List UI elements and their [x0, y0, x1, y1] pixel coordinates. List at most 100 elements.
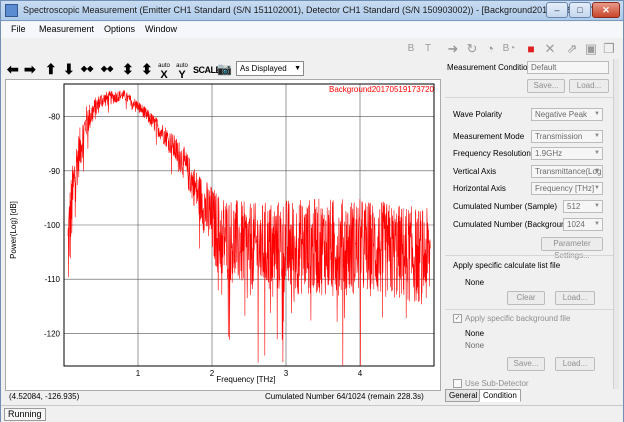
copy-icon[interactable]: ❐ [601, 41, 617, 57]
status-bar: Running [1, 405, 623, 422]
chevron-down-icon: ▼ [594, 133, 600, 139]
cumulated-sample-value: 512 [567, 202, 581, 211]
step-arrow-icon[interactable]: ➜ [445, 41, 461, 57]
background-file-value-2: None [465, 341, 485, 350]
frequency-resolution-value: 1.9GHz [535, 149, 563, 158]
chart-panel[interactable]: -120 -110 -100 -90 -80 4 3 2 1 Frequency [THz] P… [5, 79, 441, 391]
cumulated-sample-label: Cumulated Number (Sample) [453, 202, 558, 211]
display-mode-value: As Displayed [240, 64, 287, 73]
cumulated-sample-select[interactable]: 512 ▼ [563, 200, 603, 213]
b-clock-icon[interactable]: B◔ [501, 41, 517, 57]
y-axis-label: Power(Log) [dB] [9, 201, 18, 259]
measurement-mode-select[interactable]: Transmission ▼ [531, 130, 603, 143]
display-mode-select[interactable]: As Displayed ▼ [236, 61, 304, 76]
x-tick-label: 2 [210, 369, 215, 378]
measurement-mode-value: Transmission [535, 132, 583, 141]
series-name-label: Background20170519173720 [329, 85, 435, 94]
chart-svg[interactable]: -120 -110 -100 -90 -80 4 3 2 1 Frequency [THz] P… [6, 80, 440, 390]
close-button[interactable]: ✕ [592, 2, 620, 18]
panel-tabs: General Condition [445, 389, 619, 403]
parameter-settings-button[interactable]: Parameter Settings... [541, 237, 603, 260]
save-background-button[interactable]: Save... [507, 357, 545, 371]
horizontal-axis-select[interactable]: Frequency [THz] ▼ [531, 182, 603, 195]
minimize-button[interactable]: – [546, 2, 568, 18]
sub-detector-label: Use Sub-Detector [465, 379, 529, 388]
menu-file[interactable]: File [11, 24, 26, 34]
expand-horizontal-icon[interactable]: ◆◆ [101, 61, 113, 77]
vertical-axis-value: Transmittance(Log [535, 167, 602, 176]
maximize-button[interactable]: □ [569, 2, 591, 18]
series-line [67, 90, 431, 367]
chevron-down-icon: ▼ [594, 168, 600, 174]
arrow-left-icon[interactable]: ⬅ [7, 61, 19, 77]
chevron-down-icon: ▼ [594, 221, 600, 227]
chevron-down-icon: ▼ [594, 203, 600, 209]
wave-polarity-select[interactable]: Negative Peak ▼ [531, 108, 603, 121]
load-background-button[interactable]: Load... [555, 357, 595, 371]
compress-vertical-icon[interactable]: ⬍ [141, 61, 153, 77]
camera-icon[interactable]: 📷 [217, 61, 232, 77]
measurement-mode-label: Measurement Mode [453, 132, 525, 141]
wave-polarity-label: Wave Polarity [453, 110, 503, 119]
calc-list-value: None [465, 278, 485, 287]
b-pin-icon[interactable]: B [403, 41, 419, 57]
compress-horizontal-icon[interactable]: ◆◆ [81, 61, 93, 77]
divider [445, 97, 619, 98]
vertical-axis-select[interactable]: Transmittance(Log ▼ [531, 165, 603, 178]
menu-options[interactable]: Options [104, 24, 135, 34]
vertical-axis-label: Vertical Axis [453, 167, 497, 176]
title-bar[interactable]: Spectroscopic Measurement (Emitter CH1 S… [1, 1, 623, 21]
measurement-toolbar: B T ➜ ↻ ◔ B◔ ■ ✕ ⇗ ▣ ❐ [401, 38, 621, 60]
cursor-status-line: (4.52084, -126.935) Cumulated Number 64/… [5, 392, 441, 404]
window-title: Spectroscopic Measurement (Emitter CH1 S… [23, 5, 605, 15]
cumulated-background-value: 1024 [567, 220, 585, 229]
arrow-up-icon[interactable]: ⬆ [45, 61, 57, 77]
arrow-right-icon[interactable]: ➡ [24, 61, 36, 77]
frequency-resolution-label: Frequency Resolution [453, 149, 531, 158]
run-state-badge: Running [4, 408, 46, 421]
cumulated-background-select[interactable]: 1024 ▼ [563, 218, 603, 231]
save-condition-button[interactable]: Save... [527, 79, 565, 93]
background-file-checkbox[interactable]: ✓ [453, 314, 462, 323]
menu-bar: File Measurement Options Window [1, 22, 623, 38]
arrow-down-icon[interactable]: ⬇ [63, 61, 75, 77]
app-icon [5, 4, 18, 17]
chevron-down-icon: ▼ [294, 65, 301, 72]
graph-toolbar: ⬅ ➡ ⬆ ⬇ ◆◆ ◆◆ ⬍ ⬍ auto X auto Y SCALE 📷 … [5, 59, 441, 81]
panel-scrollbar[interactable] [613, 59, 619, 389]
sub-detector-checkbox[interactable] [453, 379, 462, 388]
expand-arrow-icon[interactable]: ⇗ [564, 41, 580, 57]
clock-icon[interactable]: ◔ [482, 41, 498, 57]
measurement-condition-label: Measurement Condition [447, 63, 532, 72]
x-tick-label: 4 [358, 369, 363, 378]
cursor-readout: (4.52084, -126.935) [9, 392, 80, 401]
chevron-down-icon: ▼ [594, 111, 600, 117]
y-tick-label: -110 [45, 275, 61, 284]
divider [445, 255, 619, 256]
tab-general[interactable]: General [445, 389, 482, 402]
auto-x-button[interactable]: auto X [155, 62, 173, 81]
scale-button[interactable]: SCALE [193, 62, 222, 78]
save-icon[interactable]: ▣ [583, 41, 599, 57]
y-tick-label: -80 [48, 113, 60, 122]
x-tick-label: 1 [136, 369, 141, 378]
x-tick-label: 3 [284, 369, 289, 378]
menu-window[interactable]: Window [145, 24, 177, 34]
measurement-condition-field[interactable]: Default [527, 61, 609, 74]
tab-condition[interactable]: Condition [479, 389, 521, 402]
cumulated-background-label: Cumulated Number (Background) [453, 220, 573, 229]
load-calc-list-button[interactable]: Load... [555, 291, 595, 305]
stop-icon[interactable]: ■ [523, 41, 539, 57]
auto-y-button[interactable]: auto Y [173, 62, 191, 81]
background-file-value-1: None [465, 329, 485, 338]
cancel-icon[interactable]: ✕ [542, 41, 558, 57]
t-pin-icon[interactable]: T [420, 41, 436, 57]
frequency-resolution-select[interactable]: 1.9GHz ▼ [531, 147, 603, 160]
y-tick-label: -120 [44, 329, 61, 338]
expand-vertical-icon[interactable]: ⬍ [122, 61, 134, 77]
refresh-icon[interactable]: ↻ [464, 41, 480, 57]
clear-calc-list-button[interactable]: Clear [507, 291, 545, 305]
load-condition-button[interactable]: Load... [569, 79, 609, 93]
divider [445, 309, 619, 310]
menu-measurement[interactable]: Measurement [39, 24, 94, 34]
